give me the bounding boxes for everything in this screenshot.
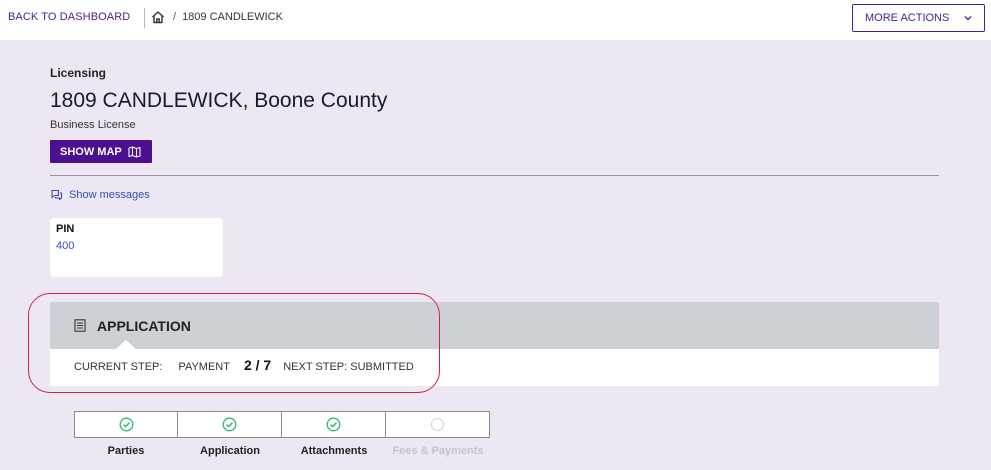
pin-card: PIN 400 [50, 218, 223, 277]
pin-value[interactable]: 400 [56, 240, 217, 252]
check-circle-icon [326, 417, 341, 432]
document-icon [74, 319, 86, 332]
check-circle-icon [119, 417, 133, 432]
record-type: Business License [50, 119, 136, 131]
step-label: Attachments [300, 445, 368, 457]
chevron-down-icon [964, 16, 972, 21]
step-label: Fees & Payments [392, 445, 484, 457]
step-parties[interactable]: Parties [74, 411, 178, 457]
current-step-value: PAYMENT [178, 361, 230, 373]
current-step-label: CURRENT STEP: [74, 361, 163, 373]
application-header[interactable]: APPLICATION [50, 302, 939, 350]
breadcrumb: / 1809 CANDLEWICK [151, 10, 283, 24]
map-icon [128, 145, 141, 158]
show-messages-link[interactable]: Show messages [50, 189, 150, 201]
home-icon[interactable] [151, 10, 165, 24]
step-label: Parties [107, 445, 145, 457]
application-title: APPLICATION [97, 318, 191, 334]
breadcrumb-separator: / [173, 11, 177, 23]
chat-icon [51, 189, 63, 201]
step-status-row: CURRENT STEP: PAYMENT 2 / 7 NEXT STEP: S… [74, 357, 414, 373]
section-label: Licensing [50, 66, 107, 80]
application-panel: APPLICATION CURRENT STEP: PAYMENT 2 / 7 … [50, 302, 939, 386]
header-notch [115, 340, 137, 350]
step-box [282, 411, 386, 438]
step-label: Application [200, 445, 260, 457]
check-circle-icon [222, 417, 237, 432]
header-divider [50, 175, 939, 176]
show-map-label: SHOW MAP [60, 145, 122, 158]
show-map-button[interactable]: SHOW MAP [50, 140, 152, 163]
top-bar: BACK TO DASHBOARD / 1809 CANDLEWICK MORE… [0, 0, 991, 40]
more-actions-button[interactable]: MORE ACTIONS [852, 4, 985, 32]
step-box [74, 411, 178, 438]
progress-stepper: Parties Application Attachments Fees & P… [74, 411, 490, 457]
next-step: NEXT STEP: SUBMITTED [283, 361, 414, 373]
back-to-dashboard-link[interactable]: BACK TO DASHBOARD [8, 11, 130, 23]
pin-label: PIN [56, 223, 75, 235]
breadcrumb-divider [144, 8, 145, 28]
breadcrumb-current: 1809 CANDLEWICK [182, 11, 283, 23]
step-box [178, 411, 282, 438]
step-box [386, 411, 490, 438]
page-title: 1809 CANDLEWICK, Boone County [50, 89, 388, 112]
more-actions-label: MORE ACTIONS [865, 12, 950, 24]
show-messages-label: Show messages [69, 189, 150, 201]
empty-circle-icon [430, 417, 445, 432]
step-fees-payments[interactable]: Fees & Payments [386, 411, 490, 457]
step-attachments[interactable]: Attachments [282, 411, 386, 457]
step-count: 2 / 7 [243, 357, 272, 373]
step-application[interactable]: Application [178, 411, 282, 457]
